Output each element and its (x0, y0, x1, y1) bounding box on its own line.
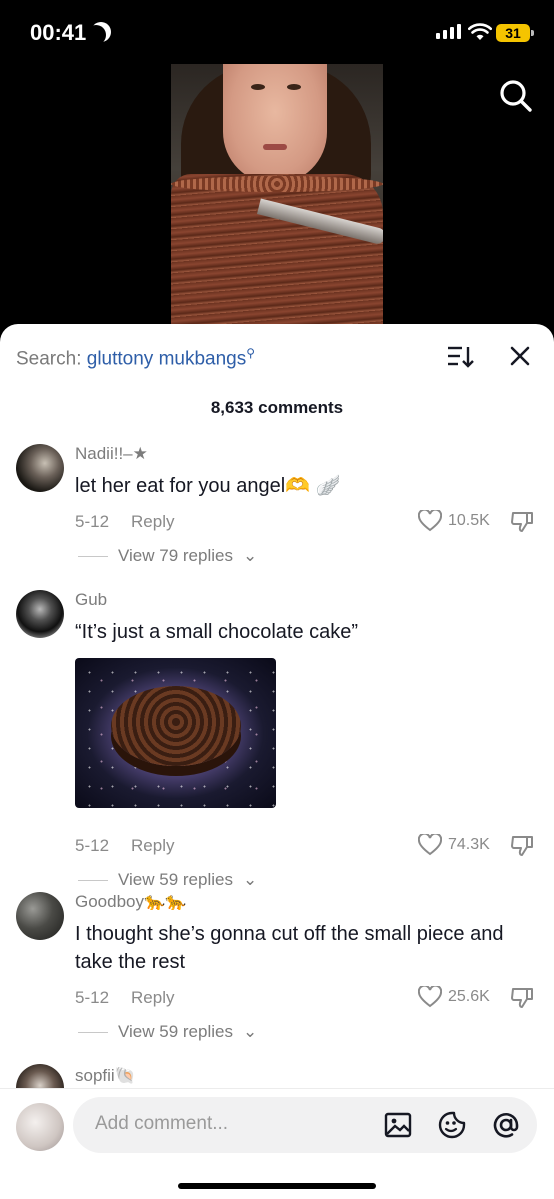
small-search-icon: ⚲ (246, 346, 256, 360)
heart-icon (418, 510, 442, 532)
comment-composer: Add comment... (0, 1088, 554, 1199)
dislike-icon[interactable] (510, 986, 534, 1010)
reply-button[interactable]: Reply (131, 512, 174, 532)
avatar[interactable] (16, 590, 64, 638)
battery-level: 31 (505, 25, 521, 41)
dislike-icon[interactable] (510, 834, 534, 858)
like-count: 10.5K (448, 512, 490, 529)
view-replies-label: View 59 replies (118, 1022, 233, 1041)
add-comment-input[interactable]: Add comment... (73, 1097, 537, 1153)
comment-count: 8,633 comments (210, 398, 344, 417)
comment-meta: 5-12 Reply (75, 512, 175, 532)
mention-icon[interactable] (491, 1110, 521, 1140)
avatar[interactable] (16, 892, 64, 940)
comment-date: 5-12 (75, 512, 110, 531)
comment-username[interactable]: sopfii🐚 (75, 1066, 136, 1086)
person-face (223, 64, 327, 184)
chevron-down-icon: ⌄ (242, 870, 258, 889)
comment-meta: 5-12 Reply (75, 836, 175, 856)
heart-icon (418, 986, 442, 1008)
dislike-icon[interactable] (510, 510, 534, 534)
home-indicator[interactable] (178, 1183, 376, 1189)
chevron-down-icon: ⌄ (242, 546, 258, 565)
comment-username[interactable]: Gub (75, 590, 107, 610)
time-text: 00:41 (30, 20, 87, 45)
comment-date: 5-12 (75, 988, 110, 1007)
comment-text: “It’s just a small chocolate cake” (75, 621, 359, 643)
status-bar: 00:41 31 (0, 0, 554, 64)
sort-icon[interactable] (446, 344, 474, 370)
search-prefix: Search: (16, 348, 87, 370)
comment-text: I thought she’s gonna cut off the small … (75, 923, 504, 973)
reply-button[interactable]: Reply (131, 836, 174, 856)
cellular-signal-icon (436, 24, 461, 39)
status-time: 00:41 (30, 20, 110, 46)
like-button[interactable]: 10.5K (418, 510, 490, 532)
chevron-down-icon: ⌄ (242, 1022, 258, 1041)
battery-icon: 31 (496, 24, 534, 42)
avatar[interactable] (16, 444, 64, 492)
like-button[interactable]: 25.6K (418, 986, 490, 1008)
view-replies-label: View 79 replies (118, 546, 233, 565)
like-button[interactable]: 74.3K (418, 834, 490, 856)
view-replies-button[interactable]: View 59 replies ⌄ (78, 1022, 257, 1042)
comment-text: let her eat for you angel🫶 🪽 (75, 475, 341, 497)
like-count: 74.3K (448, 836, 490, 853)
search-query[interactable]: gluttony mukbangs (87, 348, 247, 369)
image-icon[interactable] (383, 1110, 413, 1140)
comment-username[interactable]: Nadii!!–★ (75, 444, 148, 464)
like-count: 25.6K (448, 988, 490, 1005)
comment-meta: 5-12 Reply (75, 988, 175, 1008)
my-avatar[interactable] (16, 1103, 64, 1151)
comment-image-galaxy-cake[interactable] (75, 658, 276, 808)
view-replies-label: View 59 replies (118, 870, 233, 889)
emoji-sticker-icon[interactable] (437, 1110, 467, 1140)
view-replies-button[interactable]: View 79 replies ⌄ (78, 546, 257, 566)
close-icon[interactable] (506, 342, 534, 370)
heart-icon (418, 834, 442, 856)
view-replies-button[interactable]: View 59 replies ⌄ (78, 870, 257, 890)
wifi-icon (468, 23, 492, 40)
add-comment-placeholder: Add comment... (95, 1113, 229, 1134)
avatar[interactable] (16, 1064, 64, 1088)
video-player[interactable] (171, 64, 383, 326)
comment-username[interactable]: Goodboy🐆🐆 (75, 892, 186, 912)
moon-icon (86, 25, 106, 45)
reply-button[interactable]: Reply (131, 988, 174, 1008)
comment-search-link[interactable]: Search: gluttony mukbangs⚲ (16, 346, 255, 370)
comment-date: 5-12 (75, 836, 110, 855)
search-icon[interactable] (498, 78, 534, 114)
chocolate-cake-image (171, 174, 383, 326)
comments-sheet: Search: gluttony mukbangs⚲ 8,633 comment… (0, 324, 554, 1199)
comment-list[interactable]: Nadii!!–★ let her eat for you angel🫶 🪽 5… (0, 432, 554, 1088)
